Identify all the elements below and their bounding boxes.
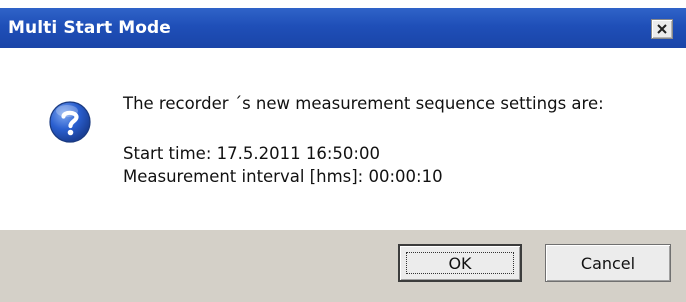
message-text: The recorder ´s new measurement sequence… bbox=[123, 94, 604, 113]
dialog-window: Multi Start Mode The recorder ´s new mea… bbox=[0, 0, 686, 302]
start-time-text: Start time: 17.5.2011 16:50:00 bbox=[123, 144, 380, 163]
interval-text: Measurement interval [hms]: 00:00:10 bbox=[123, 167, 443, 186]
close-icon bbox=[657, 24, 667, 34]
window-title: Multi Start Mode bbox=[8, 18, 171, 38]
cancel-button[interactable]: Cancel bbox=[545, 244, 671, 282]
question-icon bbox=[49, 101, 91, 143]
title-bar[interactable]: Multi Start Mode bbox=[0, 8, 686, 48]
ok-button[interactable]: OK bbox=[398, 244, 522, 282]
message-area: The recorder ´s new measurement sequence… bbox=[0, 48, 686, 230]
button-bar: OK Cancel bbox=[0, 230, 686, 302]
cancel-button-label: Cancel bbox=[580, 253, 636, 273]
close-button[interactable] bbox=[651, 19, 673, 39]
ok-button-label: OK bbox=[448, 253, 472, 273]
